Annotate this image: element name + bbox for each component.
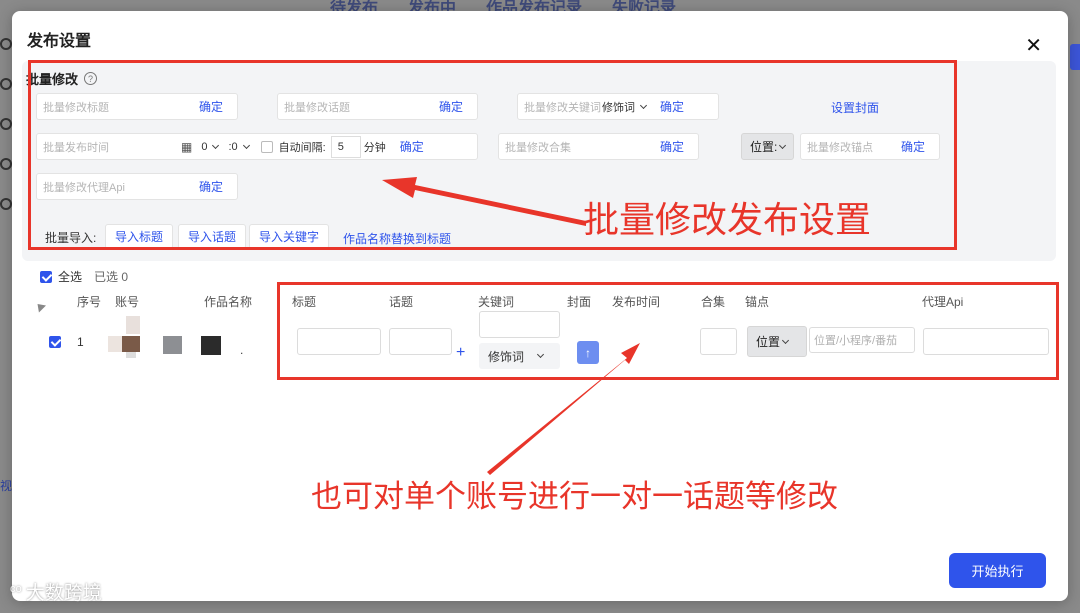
col-keyword: 关键词	[478, 295, 515, 309]
row-checkbox[interactable]	[49, 336, 61, 348]
batch-keyword-confirm-button[interactable]: 确定	[646, 98, 698, 115]
col-proxy-api: 代理Api	[922, 295, 964, 309]
batch-title-field[interactable]: 批量修改标题 确定	[36, 93, 238, 120]
close-icon[interactable]: ✕	[1025, 36, 1042, 56]
selected-count: 已选 0	[94, 270, 129, 284]
row-anchor-placeholder: 位置/小程序/番茄	[814, 335, 898, 347]
row-collection-input[interactable]	[700, 328, 737, 355]
batch-heading-label: 批量修改	[26, 72, 79, 87]
batch-position-select[interactable]: 位置:	[741, 133, 795, 160]
bg-side-label: 视	[0, 479, 13, 493]
auto-interval-label: 自动间隔:	[278, 141, 326, 154]
row-position-select[interactable]: 位置	[747, 326, 807, 357]
calendar-icon[interactable]: ▦	[181, 140, 192, 154]
row-proxy-input[interactable]	[923, 328, 1049, 355]
batch-collection-confirm-button[interactable]: 确定	[646, 138, 698, 155]
modal-title: 发布设置	[27, 33, 92, 50]
import-keyword-button[interactable]: 导入关键字	[249, 224, 330, 249]
bg-sidebar-icon	[0, 38, 12, 50]
annotation-row-text: 也可对单个账号进行一对一话题等修改	[311, 479, 838, 514]
batch-title-confirm-button[interactable]: 确定	[185, 98, 237, 115]
col-index: 序号	[77, 295, 102, 309]
table-header: 序号 账号 作品名称 标题 话题 关键词 封面 发布时间 合集 锚点 代理Api	[12, 293, 1068, 313]
batch-proxy-confirm-button[interactable]: 确定	[185, 178, 237, 195]
interval-unit: 分钟	[363, 141, 386, 154]
row-title-input[interactable]	[297, 328, 381, 355]
col-anchor: 锚点	[745, 295, 770, 309]
row-index: 1	[77, 335, 84, 349]
annotation-batch-text: 批量修改发布设置	[583, 199, 872, 240]
account-avatar	[108, 316, 148, 358]
work-name: .	[240, 343, 244, 357]
row-topic-input[interactable]	[389, 328, 452, 355]
col-account: 账号	[115, 295, 140, 309]
bg-sidebar-icon	[0, 78, 12, 90]
batch-keyword-field[interactable]: 批量修改关键词 修饰词 确定	[517, 93, 719, 120]
batch-collection-field[interactable]: 批量修改合集 确定	[498, 133, 699, 160]
row-position-select-value: 位置	[756, 335, 781, 349]
batch-time-confirm-button[interactable]: 确定	[386, 138, 438, 155]
chevron-down-icon	[536, 350, 545, 359]
batch-topic-input[interactable]: 批量修改话题	[278, 99, 425, 115]
replace-name-to-title-link[interactable]: 作品名称替换到标题	[343, 230, 451, 247]
hour-select-value: 0	[201, 140, 208, 153]
chevron-down-icon	[242, 141, 250, 149]
work-thumbnail	[201, 336, 221, 355]
watermark-text: 大数跨境	[25, 583, 102, 604]
account-thumbnail	[163, 336, 182, 354]
watermark-logo-icon: ᶜᵒ	[10, 582, 22, 600]
select-all[interactable]: 全选 已选 0	[40, 268, 128, 285]
set-cover-link[interactable]: 设置封面	[831, 99, 879, 116]
import-title-button[interactable]: 导入标题	[105, 224, 174, 249]
col-title: 标题	[292, 295, 317, 309]
interval-input[interactable]: 5	[330, 135, 361, 158]
batch-proxy-field[interactable]: 批量修改代理Api 确定	[36, 173, 238, 200]
batch-heading: 批量修改 ?	[26, 69, 98, 88]
col-publish-time: 发布时间	[612, 295, 661, 309]
batch-topic-field[interactable]: 批量修改话题 确定	[277, 93, 478, 120]
select-all-checkbox[interactable]	[40, 270, 52, 283]
select-all-label: 全选	[58, 270, 83, 284]
minute-select[interactable]: :0	[228, 140, 250, 153]
auto-interval-checkbox[interactable]	[260, 140, 273, 153]
row-modifier-select-value: 修饰词	[488, 349, 525, 364]
chevron-down-icon	[212, 141, 220, 149]
batch-anchor-field[interactable]: 批量修改锚点 确定	[800, 133, 940, 160]
hour-select[interactable]: 0	[201, 140, 220, 153]
minute-select-value: :0	[228, 140, 238, 153]
row-modifier-select[interactable]: 修饰词	[479, 343, 560, 369]
batch-proxy-input[interactable]: 批量修改代理Api	[37, 179, 185, 195]
batch-keyword-input[interactable]: 批量修改关键词	[518, 99, 602, 115]
bg-right-tag	[1070, 44, 1080, 70]
batch-time-field: 批量发布时间 ▦ 0 :0 自动间隔: 5 分钟 确定	[36, 133, 478, 160]
start-execution-button[interactable]: 开始执行	[949, 553, 1046, 588]
col-collection: 合集	[701, 295, 726, 309]
chevron-down-icon	[779, 141, 787, 149]
help-icon[interactable]: ?	[84, 72, 98, 85]
col-topic: 话题	[389, 295, 414, 309]
batch-anchor-input[interactable]: 批量修改锚点	[801, 139, 887, 155]
batch-anchor-confirm-button[interactable]: 确定	[887, 138, 939, 155]
batch-position-select-value: 位置:	[750, 140, 778, 154]
col-cover: 封面	[567, 295, 592, 309]
bg-sidebar-icon	[0, 118, 12, 130]
watermark: ᶜᵒ 大数跨境	[10, 578, 102, 605]
batch-collection-input[interactable]: 批量修改合集	[499, 139, 646, 155]
add-topic-plus-icon[interactable]: +	[456, 344, 465, 362]
chevron-down-icon	[781, 336, 790, 344]
batch-time-input[interactable]: 批量发布时间	[37, 139, 181, 155]
batch-title-input[interactable]: 批量修改标题	[37, 99, 185, 115]
batch-import-label: 批量导入:	[45, 231, 97, 245]
bg-sidebar-icon	[0, 198, 12, 210]
cover-upload-icon[interactable]: ↑	[577, 341, 599, 364]
import-topic-button[interactable]: 导入话题	[178, 224, 247, 249]
col-work-name: 作品名称	[204, 295, 253, 309]
modifier-select[interactable]: 修饰词	[602, 99, 648, 115]
row-keyword-input[interactable]	[479, 311, 560, 338]
row-anchor-input[interactable]: 位置/小程序/番茄	[809, 327, 915, 353]
modifier-select-value: 修饰词	[602, 101, 635, 114]
bg-sidebar-icon	[0, 158, 12, 170]
batch-topic-confirm-button[interactable]: 确定	[425, 98, 477, 115]
